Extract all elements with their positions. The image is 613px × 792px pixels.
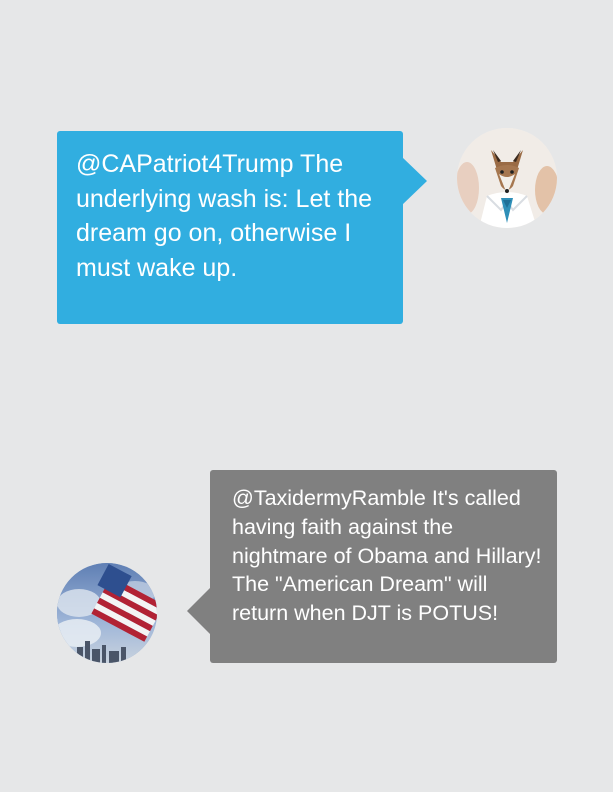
message-bubble-outgoing: @CAPatriot4Trump The underlying wash is:… <box>57 131 427 324</box>
message-text: @TaxidermyRamble It's called having fait… <box>232 486 542 626</box>
bubble-tail <box>402 157 427 205</box>
bubble-tail <box>187 588 210 634</box>
fox-doctor-avatar-icon[interactable] <box>457 128 557 228</box>
message-bubble-incoming: @TaxidermyRamble It's called having fait… <box>187 470 557 663</box>
message-text: @CAPatriot4Trump The underlying wash is:… <box>76 150 373 282</box>
american-flag-avatar-icon[interactable] <box>57 563 157 663</box>
